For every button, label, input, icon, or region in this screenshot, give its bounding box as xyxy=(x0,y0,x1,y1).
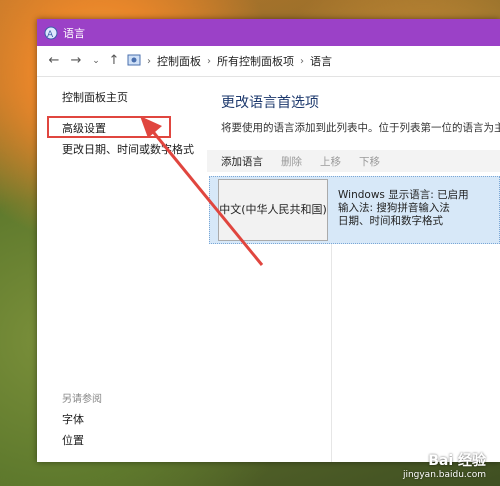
back-arrow-icon[interactable]: ← xyxy=(47,54,61,68)
sidebar-item-change-date-time[interactable]: 更改日期、时间或数字格式 xyxy=(62,141,194,157)
recent-dropdown-icon[interactable]: ⌄ xyxy=(89,54,103,68)
language-name-box[interactable]: 中文(中华人民共和国) xyxy=(218,179,328,241)
up-arrow-icon[interactable]: ↑ xyxy=(107,54,121,68)
language-input-method: 输入法: 搜狗拼音输入法 xyxy=(338,202,450,214)
svg-text:A: A xyxy=(47,30,54,40)
language-list-item[interactable]: 中文(中华人民共和国) Windows 显示语言: 已启用 输入法: 搜狗拼音输… xyxy=(209,176,500,244)
chevron-right-icon: › xyxy=(207,55,211,67)
navigation-bar: ← → ⌄ ↑ › 控制面板 › 所有控制面板项 › 语言 xyxy=(37,46,500,77)
baidu-logo: Bai 经验 xyxy=(428,453,486,469)
address-bar[interactable]: › 控制面板 › 所有控制面板项 › 语言 xyxy=(127,52,500,70)
watermark-url: jingyan.baidu.com xyxy=(402,470,486,480)
sidebar-item-location[interactable]: 位置 xyxy=(62,432,84,448)
chevron-right-icon: › xyxy=(300,55,304,67)
chevron-right-icon: › xyxy=(147,55,151,67)
control-panel-icon xyxy=(127,53,141,70)
language-format-link: 日期、时间和数字格式 xyxy=(338,215,443,227)
language-name: 中文(中华人民共和国) xyxy=(219,203,327,216)
sidebar: 控制面板主页 高级设置 更改日期、时间或数字格式 另请参阅 字体 位置 xyxy=(37,76,207,462)
language-details: Windows 显示语言: 已启用 输入法: 搜狗拼音输入法 日期、时间和数字格… xyxy=(338,189,469,228)
language-display-status: Windows 显示语言: 已启用 xyxy=(338,189,469,201)
sidebar-item-advanced-settings[interactable]: 高级设置 xyxy=(62,120,106,136)
move-down-button[interactable]: 下移 xyxy=(359,154,380,169)
window-title: 语言 xyxy=(63,27,85,40)
remove-button[interactable]: 删除 xyxy=(281,154,302,169)
breadcrumb-item[interactable]: 控制面板 xyxy=(157,53,201,69)
sidebar-item-fonts[interactable]: 字体 xyxy=(62,411,84,427)
watermark: Bai 经验 jingyan.baidu.com xyxy=(403,450,486,480)
page-description: 将要使用的语言添加到此列表中。位于列表第一位的语言为主语 xyxy=(221,122,500,134)
add-language-button[interactable]: 添加语言 xyxy=(221,154,263,169)
page-title: 更改语言首选项 xyxy=(221,95,319,111)
move-up-button[interactable]: 上移 xyxy=(320,154,341,169)
language-app-icon: A xyxy=(43,25,59,41)
see-also-label: 另请参阅 xyxy=(62,394,102,405)
control-panel-window: A 语言 ← → ⌄ ↑ › 控制面板 › 所有控制面板项 › 语言 控制面板主… xyxy=(37,19,500,462)
list-divider xyxy=(331,244,332,462)
sidebar-item-control-panel-home[interactable]: 控制面板主页 xyxy=(62,89,128,105)
breadcrumb-item[interactable]: 语言 xyxy=(310,53,332,69)
language-toolbar: 添加语言 删除 上移 下移 xyxy=(207,150,500,172)
title-bar[interactable]: A 语言 xyxy=(37,19,500,46)
breadcrumb-item[interactable]: 所有控制面板项 xyxy=(217,53,294,69)
forward-arrow-icon[interactable]: → xyxy=(69,54,83,68)
main-content: 更改语言首选项 将要使用的语言添加到此列表中。位于列表第一位的语言为主语 添加语… xyxy=(207,76,500,462)
